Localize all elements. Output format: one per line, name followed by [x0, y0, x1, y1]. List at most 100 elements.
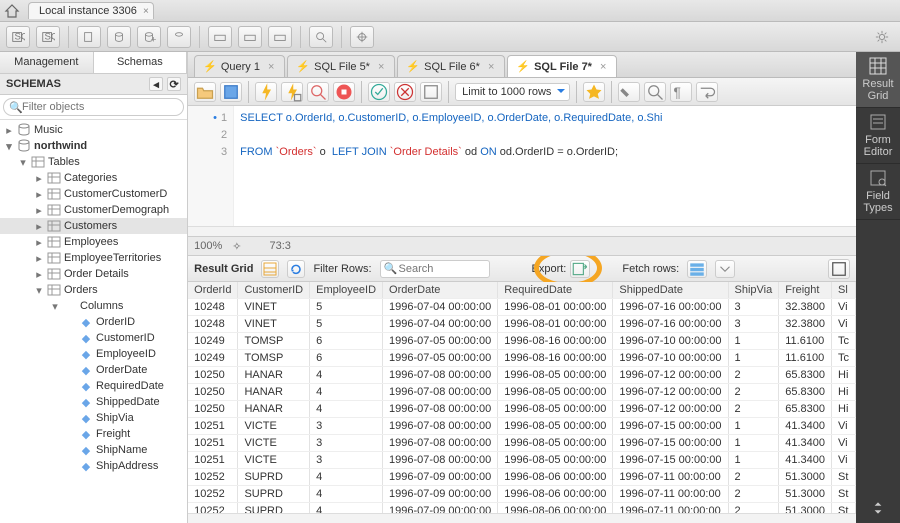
execute-button[interactable] — [255, 82, 277, 102]
close-icon[interactable]: × — [143, 6, 149, 17]
table-row[interactable]: 10251VICTE31996-07-08 00:00:001996-08-05… — [188, 418, 855, 435]
column-header[interactable]: ShippedDate — [613, 282, 728, 299]
tree-column-employeeid[interactable]: ◆EmployeeID — [0, 346, 187, 362]
tree-db-northwind[interactable]: ▾northwind — [0, 138, 187, 154]
close-icon[interactable]: × — [488, 61, 494, 73]
explain-button[interactable] — [307, 82, 329, 102]
tree-column-freight[interactable]: ◆Freight — [0, 426, 187, 442]
tree-table-customerdemograph[interactable]: ▸CustomerDemograph — [0, 202, 187, 218]
toolbar-btn-g[interactable] — [268, 26, 292, 48]
tree-table-orders[interactable]: ▾Orders — [0, 282, 187, 298]
filter-objects-input[interactable] — [3, 98, 184, 116]
tree-table-customercustomerd[interactable]: ▸CustomerCustomerD — [0, 186, 187, 202]
table-row[interactable]: 10252SUPRD41996-07-09 00:00:001996-08-06… — [188, 469, 855, 486]
tree-db-other[interactable]: ▸Music — [0, 122, 187, 138]
tree-column-customerid[interactable]: ◆CustomerID — [0, 330, 187, 346]
table-row[interactable]: 10252SUPRD41996-07-09 00:00:001996-08-06… — [188, 503, 855, 514]
column-header[interactable]: ShipVia — [728, 282, 779, 299]
toolbar-btn-b[interactable] — [107, 26, 131, 48]
column-header[interactable]: Sl — [832, 282, 856, 299]
column-header[interactable]: OrderDate — [383, 282, 498, 299]
refresh-icon[interactable]: ⟳ — [167, 77, 181, 91]
connection-tab[interactable]: Local instance 3306 × — [28, 2, 154, 19]
column-header[interactable]: RequiredDate — [498, 282, 613, 299]
commit-button[interactable] — [368, 82, 390, 102]
sql-tab[interactable]: ⚡Query 1× — [194, 55, 285, 77]
panel-result-grid[interactable]: Result Grid — [856, 52, 900, 108]
toggle-invisible-button[interactable]: ¶ — [670, 82, 692, 102]
sql-tab[interactable]: ⚡SQL File 6*× — [397, 55, 505, 77]
settings-icon[interactable] — [870, 26, 894, 48]
table-row[interactable]: 10250HANAR41996-07-08 00:00:001996-08-05… — [188, 401, 855, 418]
refresh-results-icon[interactable] — [287, 260, 305, 278]
fetch-rows-button[interactable] — [687, 260, 707, 278]
schema-tree[interactable]: ▸Music▾northwind▾Tables▸Categories▸Custo… — [0, 120, 187, 523]
table-row[interactable]: 10249TOMSP61996-07-05 00:00:001996-08-16… — [188, 350, 855, 367]
execute-current-button[interactable] — [281, 82, 303, 102]
autocommit-button[interactable] — [420, 82, 442, 102]
stop-button[interactable] — [333, 82, 355, 102]
tree-column-shipname[interactable]: ◆ShipName — [0, 442, 187, 458]
wrap-button[interactable] — [696, 82, 718, 102]
tree-column-shipvia[interactable]: ◆ShipVia — [0, 410, 187, 426]
beautify-button[interactable] — [618, 82, 640, 102]
open-sql-button[interactable]: SQL — [36, 26, 60, 48]
tree-table-employeeterritories[interactable]: ▸EmployeeTerritories — [0, 250, 187, 266]
sql-tab[interactable]: ⚡SQL File 7*× — [507, 55, 617, 77]
sql-tab[interactable]: ⚡SQL File 5*× — [287, 55, 395, 77]
tree-column-shipaddress[interactable]: ◆ShipAddress — [0, 458, 187, 474]
panel-expand-icon[interactable] — [856, 493, 900, 523]
panel-field-types[interactable]: Field Types — [856, 164, 900, 220]
table-row[interactable]: 10252SUPRD41996-07-09 00:00:001996-08-06… — [188, 486, 855, 503]
row-limit-select[interactable]: Limit to 1000 rows — [455, 83, 570, 101]
column-header[interactable]: Freight — [779, 282, 832, 299]
open-file-button[interactable] — [194, 82, 216, 102]
collapse-icon[interactable]: ◂ — [149, 77, 163, 91]
column-header[interactable]: CustomerID — [238, 282, 310, 299]
toolbar-btn-f[interactable] — [238, 26, 262, 48]
table-row[interactable]: 10248VINET51996-07-04 00:00:001996-08-01… — [188, 299, 855, 316]
table-row[interactable]: 10251VICTE31996-07-08 00:00:001996-08-05… — [188, 452, 855, 469]
tree-table-order details[interactable]: ▸Order Details — [0, 266, 187, 282]
tree-table-categories[interactable]: ▸Categories — [0, 170, 187, 186]
toolbar-search-button[interactable] — [309, 26, 333, 48]
sql-editor[interactable]: 123 SELECT o.OrderId, o.CustomerID, o.Em… — [188, 106, 856, 226]
close-icon[interactable]: × — [378, 61, 384, 73]
pin-panel-button[interactable] — [828, 259, 850, 279]
table-row[interactable]: 10250HANAR41996-07-08 00:00:001996-08-05… — [188, 367, 855, 384]
editor-scrollbar[interactable] — [188, 226, 856, 236]
sidebar-tab-schemas[interactable]: Schemas — [94, 52, 188, 73]
table-row[interactable]: 10251VICTE31996-07-08 00:00:001996-08-05… — [188, 435, 855, 452]
tree-column-requireddate[interactable]: ◆RequiredDate — [0, 378, 187, 394]
grid-view-icon[interactable] — [261, 260, 279, 278]
rollback-button[interactable] — [394, 82, 416, 102]
panel-form-editor[interactable]: Form Editor — [856, 108, 900, 164]
column-header[interactable]: OrderId — [188, 282, 238, 299]
favorite-button[interactable] — [583, 82, 605, 102]
tree-table-customers[interactable]: ▸Customers — [0, 218, 187, 234]
home-icon[interactable] — [4, 3, 20, 19]
find-button[interactable] — [644, 82, 666, 102]
table-row[interactable]: 10248VINET51996-07-04 00:00:001996-08-01… — [188, 316, 855, 333]
sidebar-tab-management[interactable]: Management — [0, 52, 94, 73]
tree-tables[interactable]: ▾Tables — [0, 154, 187, 170]
tree-table-employees[interactable]: ▸Employees — [0, 234, 187, 250]
toolbar-debug-button[interactable] — [350, 26, 374, 48]
tree-column-orderdate[interactable]: ◆OrderDate — [0, 362, 187, 378]
result-scrollbar[interactable] — [188, 513, 856, 523]
fetch-more-button[interactable] — [715, 260, 735, 278]
table-row[interactable]: 10249TOMSP61996-07-05 00:00:001996-08-16… — [188, 333, 855, 350]
tree-column-orderid[interactable]: ◆OrderID — [0, 314, 187, 330]
tree-column-shippeddate[interactable]: ◆ShippedDate — [0, 394, 187, 410]
column-header[interactable]: EmployeeID — [310, 282, 383, 299]
toolbar-btn-a[interactable] — [77, 26, 101, 48]
close-icon[interactable]: × — [268, 61, 274, 73]
table-row[interactable]: 10250HANAR41996-07-08 00:00:001996-08-05… — [188, 384, 855, 401]
code-body[interactable]: SELECT o.OrderId, o.CustomerID, o.Employ… — [234, 106, 856, 226]
tree-columns[interactable]: ▾Columns — [0, 298, 187, 314]
toolbar-btn-e[interactable] — [208, 26, 232, 48]
save-button[interactable] — [220, 82, 242, 102]
zoom-level[interactable]: 100% — [194, 240, 222, 252]
export-button[interactable] — [570, 260, 590, 278]
new-sql-tab-button[interactable]: SQL — [6, 26, 30, 48]
